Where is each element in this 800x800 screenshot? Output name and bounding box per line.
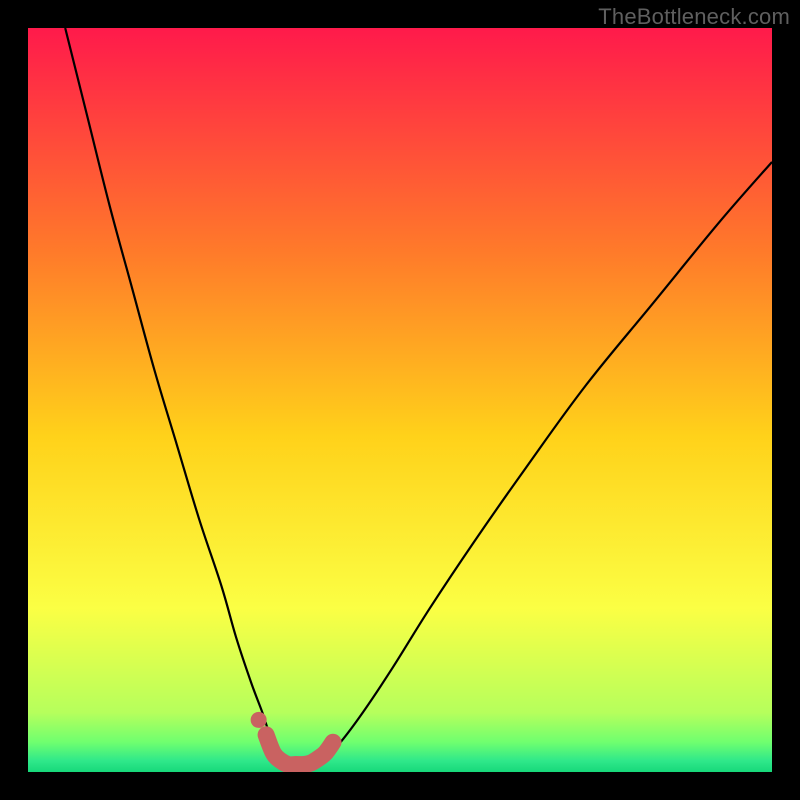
watermark-label: TheBottleneck.com [598, 4, 790, 30]
chart-frame [28, 28, 772, 772]
chart-canvas [28, 28, 772, 772]
marker-dot-icon [251, 712, 267, 728]
gradient-background [28, 28, 772, 772]
